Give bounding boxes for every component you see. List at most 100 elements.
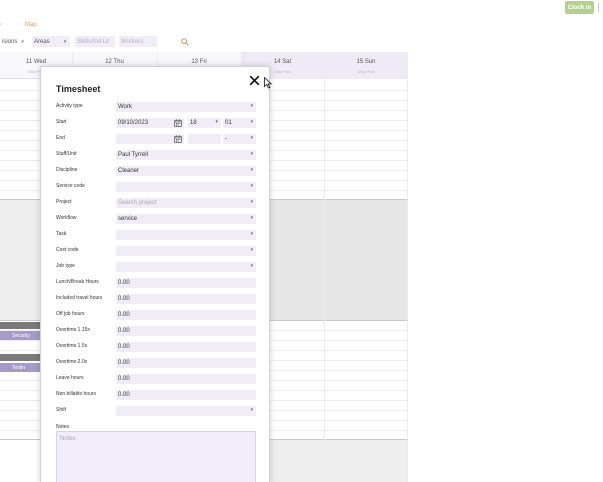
skills-input[interactable]: Skills/Ind.Lit [75, 36, 115, 47]
service-code-select[interactable]: ▾ [116, 182, 256, 192]
day-label: 12 Thu [105, 59, 124, 65]
start-hour-value: 18 [190, 120, 197, 126]
cost-code-row: Cost code ▾ [56, 246, 256, 256]
topbar-divider [598, 3, 599, 12]
leave-row: Leave hours 0.00 [56, 374, 256, 384]
column-line [407, 52, 408, 482]
nav-prev-link[interactable]: ‹ [0, 22, 2, 28]
end-minute-select[interactable]: - ▾ [223, 134, 256, 144]
end-label: End [56, 135, 65, 141]
areas-filter[interactable]: Areas ▾ [32, 36, 70, 47]
non-billable-input[interactable]: 0.00 [116, 390, 256, 400]
clock-in-button[interactable]: Clock in [565, 1, 594, 14]
workers-input[interactable]: Workers [119, 36, 157, 47]
lunch-break-value: 0.00 [118, 280, 130, 286]
close-icon[interactable] [248, 74, 261, 87]
notes-placeholder: Notes [60, 436, 76, 442]
chevron-down-icon: ▾ [250, 247, 253, 253]
unavailable-block [270, 440, 407, 482]
off-job-value: 0.00 [118, 312, 130, 318]
divisions-filter[interactable]: isions ▾ [0, 36, 28, 47]
workers-input-placeholder: Workers [121, 38, 144, 45]
included-travel-row: Included travel hours 0.00 [56, 294, 256, 304]
workflow-label: Workflow [56, 215, 77, 221]
activity-type-row: Activity type Work ▾ [56, 102, 256, 112]
start-date-value: 09/10/2023 [118, 120, 149, 126]
staff-unit-row: Staff/Unit Paul Tyrrell ▾ [56, 150, 256, 160]
event-label: Security [12, 332, 31, 339]
event-bar [0, 322, 40, 329]
workflow-select[interactable]: service ▾ [116, 214, 256, 224]
overtime-115-row: Overtime 1.15x 0.00 [56, 326, 256, 336]
leave-label: Leave hours [56, 375, 84, 381]
shift-event-testing[interactable]: Testin [0, 363, 40, 372]
lunch-break-label: Lunch/Break Hours [56, 279, 99, 285]
unavailable-block [270, 200, 407, 320]
discipline-label: Discipline [56, 167, 78, 173]
service-code-row: Service code ▾ [56, 182, 256, 192]
leave-input[interactable]: 0.00 [116, 374, 256, 384]
chevron-down-icon: ▾ [250, 407, 253, 413]
leave-value: 0.00 [118, 376, 130, 382]
end-row: End - ▾ [56, 134, 256, 144]
staff-unit-select[interactable]: Paul Tyrrell ▾ [116, 150, 256, 160]
task-select[interactable]: ▾ [116, 230, 256, 240]
project-search-input[interactable]: Search project ▾ [116, 198, 256, 208]
job-type-select[interactable]: ▾ [116, 262, 256, 272]
non-billable-value: 0.00 [118, 392, 130, 398]
chevron-down-icon: ▾ [250, 263, 253, 269]
mouse-cursor-icon [264, 77, 272, 89]
notes-textarea[interactable]: Notes [56, 431, 256, 482]
chevron-down-icon: ▾ [250, 231, 253, 237]
cost-code-label: Cost code [56, 247, 79, 253]
overtime-15-value: 0.00 [118, 344, 130, 350]
workflow-row: Workflow service ▾ [56, 214, 256, 224]
overtime-20-input[interactable]: 0.00 [116, 358, 256, 368]
end-hour-select[interactable] [188, 134, 221, 144]
shift-select[interactable]: ▾ [116, 406, 256, 416]
timesheet-modal: Timesheet Activity type Work ▾ Start 09/… [40, 66, 270, 482]
start-minute-select[interactable]: 01 ▾ [223, 118, 256, 128]
staff-unit-label: Staff/Unit [56, 151, 77, 157]
overtime-20-label: Overtime 2.0x [56, 359, 88, 365]
day-label: 13 Fri [191, 59, 207, 65]
discipline-select[interactable]: Cleaner ▾ [116, 166, 256, 176]
day-header-sun: 15 Sun Map Port [324, 52, 408, 79]
off-job-input[interactable]: 0.00 [116, 310, 256, 320]
lunch-break-row: Lunch/Break Hours 0.00 [56, 278, 256, 288]
day-label: 14 Sat [273, 59, 292, 65]
job-type-label: Job type [56, 263, 75, 269]
included-travel-label: Included travel hours [56, 295, 103, 301]
shift-event-security[interactable]: Security [0, 331, 40, 340]
overtime-15-row: Overtime 1.5x 0.00 [56, 342, 256, 352]
staff-unit-value: Paul Tyrrell [118, 152, 148, 158]
top-bar: Clock in [0, 0, 603, 18]
overtime-15-input[interactable]: 0.00 [116, 342, 256, 352]
lunch-break-input[interactable]: 0.00 [116, 278, 256, 288]
day-label: 15 Sun [356, 59, 376, 65]
notes-label: Notes [56, 424, 70, 430]
chevron-down-icon: ▾ [250, 151, 253, 157]
chevron-down-icon: ▾ [250, 167, 253, 173]
start-row: Start 09/10/2023 18 ▾ 01 ▾ [56, 118, 256, 128]
off-job-label: Off job hours [56, 311, 85, 317]
start-hour-select[interactable]: 18 ▾ [188, 118, 221, 128]
cost-code-select[interactable]: ▾ [116, 246, 256, 256]
chevron-down-icon: ▾ [250, 199, 253, 205]
map-link[interactable]: Map [25, 22, 37, 28]
overtime-115-label: Overtime 1.15x [56, 327, 90, 333]
nav-row: ‹ Map [0, 20, 603, 32]
non-billable-row: Non billable hours 0.00 [56, 390, 256, 400]
overtime-115-input[interactable]: 0.00 [116, 326, 256, 336]
overtime-20-value: 0.00 [118, 360, 130, 366]
modal-title: Timesheet [56, 84, 101, 94]
calendar-icon[interactable] [174, 119, 182, 127]
activity-type-value: Work [118, 104, 132, 110]
activity-type-select[interactable]: Work ▾ [116, 102, 256, 112]
included-travel-input[interactable]: 0.00 [116, 294, 256, 304]
end-minute-value: - [225, 136, 227, 142]
search-icon[interactable] [181, 38, 189, 46]
project-row: Project Search project ▾ [56, 198, 256, 208]
calendar-icon[interactable] [174, 135, 182, 143]
chevron-down-icon: ▾ [250, 119, 253, 125]
